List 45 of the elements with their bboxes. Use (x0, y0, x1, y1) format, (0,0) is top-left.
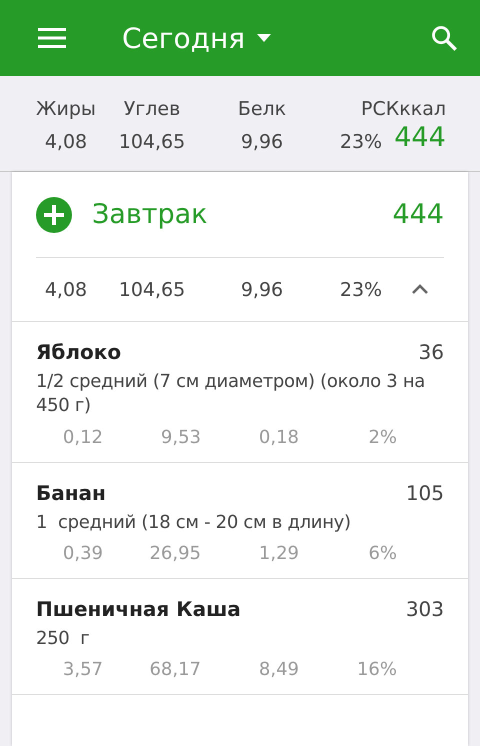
food-name: Яблоко (36, 340, 122, 364)
search-icon[interactable] (430, 24, 458, 52)
nutrient-value: 6% (367, 542, 397, 564)
nutrient-value: 8,49 (258, 659, 299, 680)
nutrient-value: 16% (356, 659, 397, 680)
summary-value: 4,08 (44, 131, 88, 153)
add-icon[interactable] (36, 196, 72, 232)
food-entry[interactable]: Пшеничная Каша 303 250 г 3,57 68,17 8,49 16% (12, 578, 468, 696)
nutrient-value: 0,18 (258, 426, 299, 448)
column-label: Углев (122, 98, 182, 120)
meal-total: 23% (338, 278, 384, 300)
nutrient-value: 2% (367, 426, 397, 448)
calorie-total: 444 (394, 122, 446, 153)
menu-icon[interactable] (38, 28, 66, 48)
column-label: Жиры (35, 98, 97, 120)
portion-text: 1 средний (18 см - 20 см в длину) (36, 510, 352, 535)
food-name: Пшеничная Каша (36, 596, 241, 621)
nutrient-value: 68,17 (148, 659, 201, 680)
date-dropdown[interactable]: Сегодня (122, 22, 272, 54)
portion-text: 250 г (36, 626, 90, 651)
nutrient-value: 3,57 (62, 659, 103, 680)
food-calories: 105 (406, 480, 444, 505)
nutrient-value: 9,53 (160, 426, 201, 448)
summary-value: 9,96 (240, 131, 284, 153)
food-entry[interactable]: Банан 105 1 средний (18 см - 20 см в длину) 0,39 26,95 1,29 6% (12, 462, 468, 579)
meal-calories: 444 (392, 199, 444, 230)
column-label: РСКккал (360, 98, 446, 120)
column-label: Белк (236, 98, 288, 120)
meal-total: 104,65 (118, 278, 186, 300)
portion-text: 1/2 средний (7 см диаметром) (около 3 на 450 г) (36, 370, 426, 418)
food-calories: 36 (418, 340, 444, 364)
food-calories: 303 (406, 596, 444, 621)
chevron-up-icon[interactable] (411, 284, 429, 295)
nutrient-value: 1,29 (258, 542, 299, 564)
summary-value: 23% (338, 131, 384, 153)
food-entry[interactable]: Яблоко 36 1/2 средний (7 см диаметром) (около 3 на 450 г) 0,12 9,53 0,18 2% (12, 322, 468, 463)
nutrient-value: 26,95 (148, 542, 201, 564)
caret-icon (257, 34, 272, 42)
nutrient-value: 0,39 (62, 542, 103, 564)
summary-value: 104,65 (118, 131, 186, 153)
meal-title: Завтрак (92, 199, 208, 230)
meal-total: 9,96 (240, 278, 284, 300)
nutrient-value: 0,12 (62, 426, 103, 448)
food-name: Банан (36, 480, 106, 505)
meal-total: 4,08 (44, 278, 88, 300)
